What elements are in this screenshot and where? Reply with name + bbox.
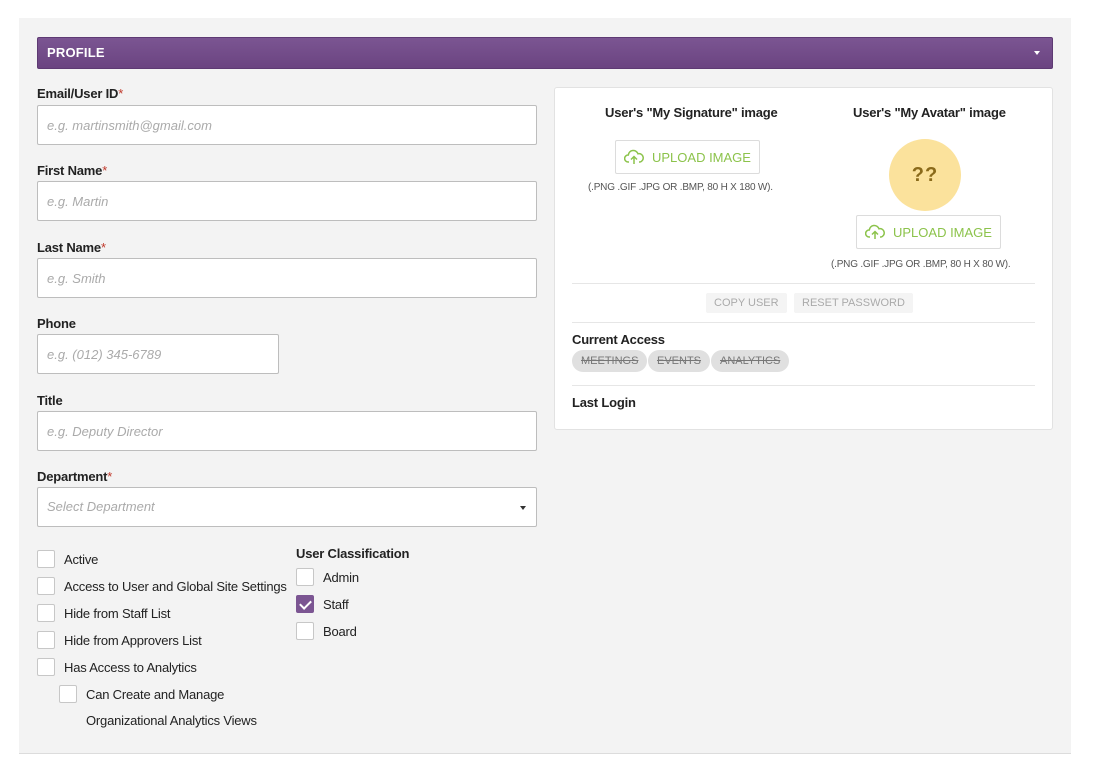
required-marker: *: [107, 469, 113, 484]
current-access-title: Current Access: [572, 332, 665, 347]
copy-user-button[interactable]: COPY USER: [706, 293, 787, 313]
avatar-hint: (.PNG .GIF .JPG OR .BMP, 80 H X 80 W).: [831, 259, 1011, 270]
staff-checkbox[interactable]: [296, 595, 314, 613]
last-login-title: Last Login: [572, 395, 636, 410]
title-label-text: Title: [37, 393, 63, 408]
classification-label: Admin: [323, 569, 359, 585]
avatar: ??: [889, 139, 961, 211]
department-select-value: Select Department: [47, 499, 155, 514]
option-hide-staff[interactable]: Hide from Staff List: [37, 603, 171, 623]
option-label: Has Access to Analytics: [64, 659, 197, 675]
last-name-label-text: Last Name: [37, 240, 101, 255]
upload-button-label: UPLOAD IMAGE: [893, 224, 992, 240]
admin-checkbox[interactable]: [296, 568, 314, 586]
first-name-label: First Name*: [37, 163, 107, 178]
option-active[interactable]: Active: [37, 549, 98, 569]
title-input[interactable]: [37, 411, 537, 451]
title-label: Title: [37, 393, 63, 408]
department-label-text: Department: [37, 469, 108, 484]
cloud-upload-icon: [865, 224, 885, 239]
upload-avatar-button[interactable]: UPLOAD IMAGE: [856, 215, 1001, 249]
phone-label: Phone: [37, 316, 76, 331]
required-marker: *: [118, 86, 124, 101]
analytics-access-checkbox[interactable]: [37, 658, 55, 676]
first-name-label-text: First Name: [37, 163, 103, 178]
profile-header-title: PROFILE: [47, 45, 105, 60]
classification-admin[interactable]: Admin: [296, 567, 359, 587]
reset-password-button[interactable]: RESET PASSWORD: [794, 293, 913, 313]
profile-panel: PROFILE Email/User ID* First Name* Last …: [19, 18, 1071, 754]
option-label: Can Create and Manage: [86, 686, 225, 702]
active-checkbox[interactable]: [37, 550, 55, 568]
department-select[interactable]: Select Department: [37, 487, 537, 527]
required-marker: *: [102, 163, 108, 178]
option-hide-approvers[interactable]: Hide from Approvers List: [37, 630, 202, 650]
phone-input[interactable]: [37, 334, 279, 374]
required-marker: *: [100, 240, 106, 255]
option-label: Hide from Staff List: [64, 605, 171, 621]
classification-board[interactable]: Board: [296, 621, 357, 641]
last-name-input[interactable]: [37, 258, 537, 298]
user-classification-title: User Classification: [296, 546, 410, 561]
avatar-title: User's "My Avatar" image: [853, 105, 1006, 120]
access-pill-analytics: ANALYTICS: [711, 350, 790, 372]
user-media-card: User's "My Signature" image UPLOAD IMAGE…: [554, 87, 1053, 430]
last-name-label: Last Name*: [37, 240, 106, 255]
hide-staff-checkbox[interactable]: [37, 604, 55, 622]
classification-label: Staff: [323, 596, 349, 612]
divider: [572, 283, 1035, 284]
upload-signature-button[interactable]: UPLOAD IMAGE: [615, 140, 760, 174]
classification-label: Board: [323, 623, 357, 639]
option-label: Hide from Approvers List: [64, 632, 202, 648]
option-analytics-access[interactable]: Has Access to Analytics: [37, 657, 197, 677]
email-label: Email/User ID*: [37, 86, 123, 101]
divider: [572, 385, 1035, 386]
access-pill-events: EVENTS: [648, 350, 711, 372]
option-site-settings[interactable]: Access to User and Global Site Settings: [37, 576, 287, 596]
option-label-continued: Organizational Analytics Views: [86, 713, 257, 728]
option-label: Active: [64, 551, 99, 567]
caret-down-icon: [520, 506, 526, 510]
signature-hint: (.PNG .GIF .JPG OR .BMP, 80 H X 180 W).: [588, 182, 773, 193]
email-label-text: Email/User ID: [37, 86, 119, 101]
caret-down-icon[interactable]: [1034, 51, 1040, 55]
first-name-input[interactable]: [37, 181, 537, 221]
signature-title: User's "My Signature" image: [605, 105, 778, 120]
option-manage-analytics[interactable]: Can Create and Manage: [59, 684, 224, 704]
cloud-upload-icon: [624, 149, 644, 164]
option-label: Access to User and Global Site Settings: [64, 578, 287, 594]
classification-staff[interactable]: Staff: [296, 594, 349, 614]
phone-label-text: Phone: [37, 316, 76, 331]
email-input[interactable]: [37, 105, 537, 145]
divider: [572, 322, 1035, 323]
department-label: Department*: [37, 469, 112, 484]
access-pill-meetings: MEETINGS: [572, 350, 648, 372]
site-settings-checkbox[interactable]: [37, 577, 55, 595]
upload-button-label: UPLOAD IMAGE: [652, 149, 751, 165]
manage-analytics-checkbox[interactable]: [59, 685, 77, 703]
profile-header[interactable]: PROFILE: [37, 37, 1053, 69]
hide-approvers-checkbox[interactable]: [37, 631, 55, 649]
board-checkbox[interactable]: [296, 622, 314, 640]
